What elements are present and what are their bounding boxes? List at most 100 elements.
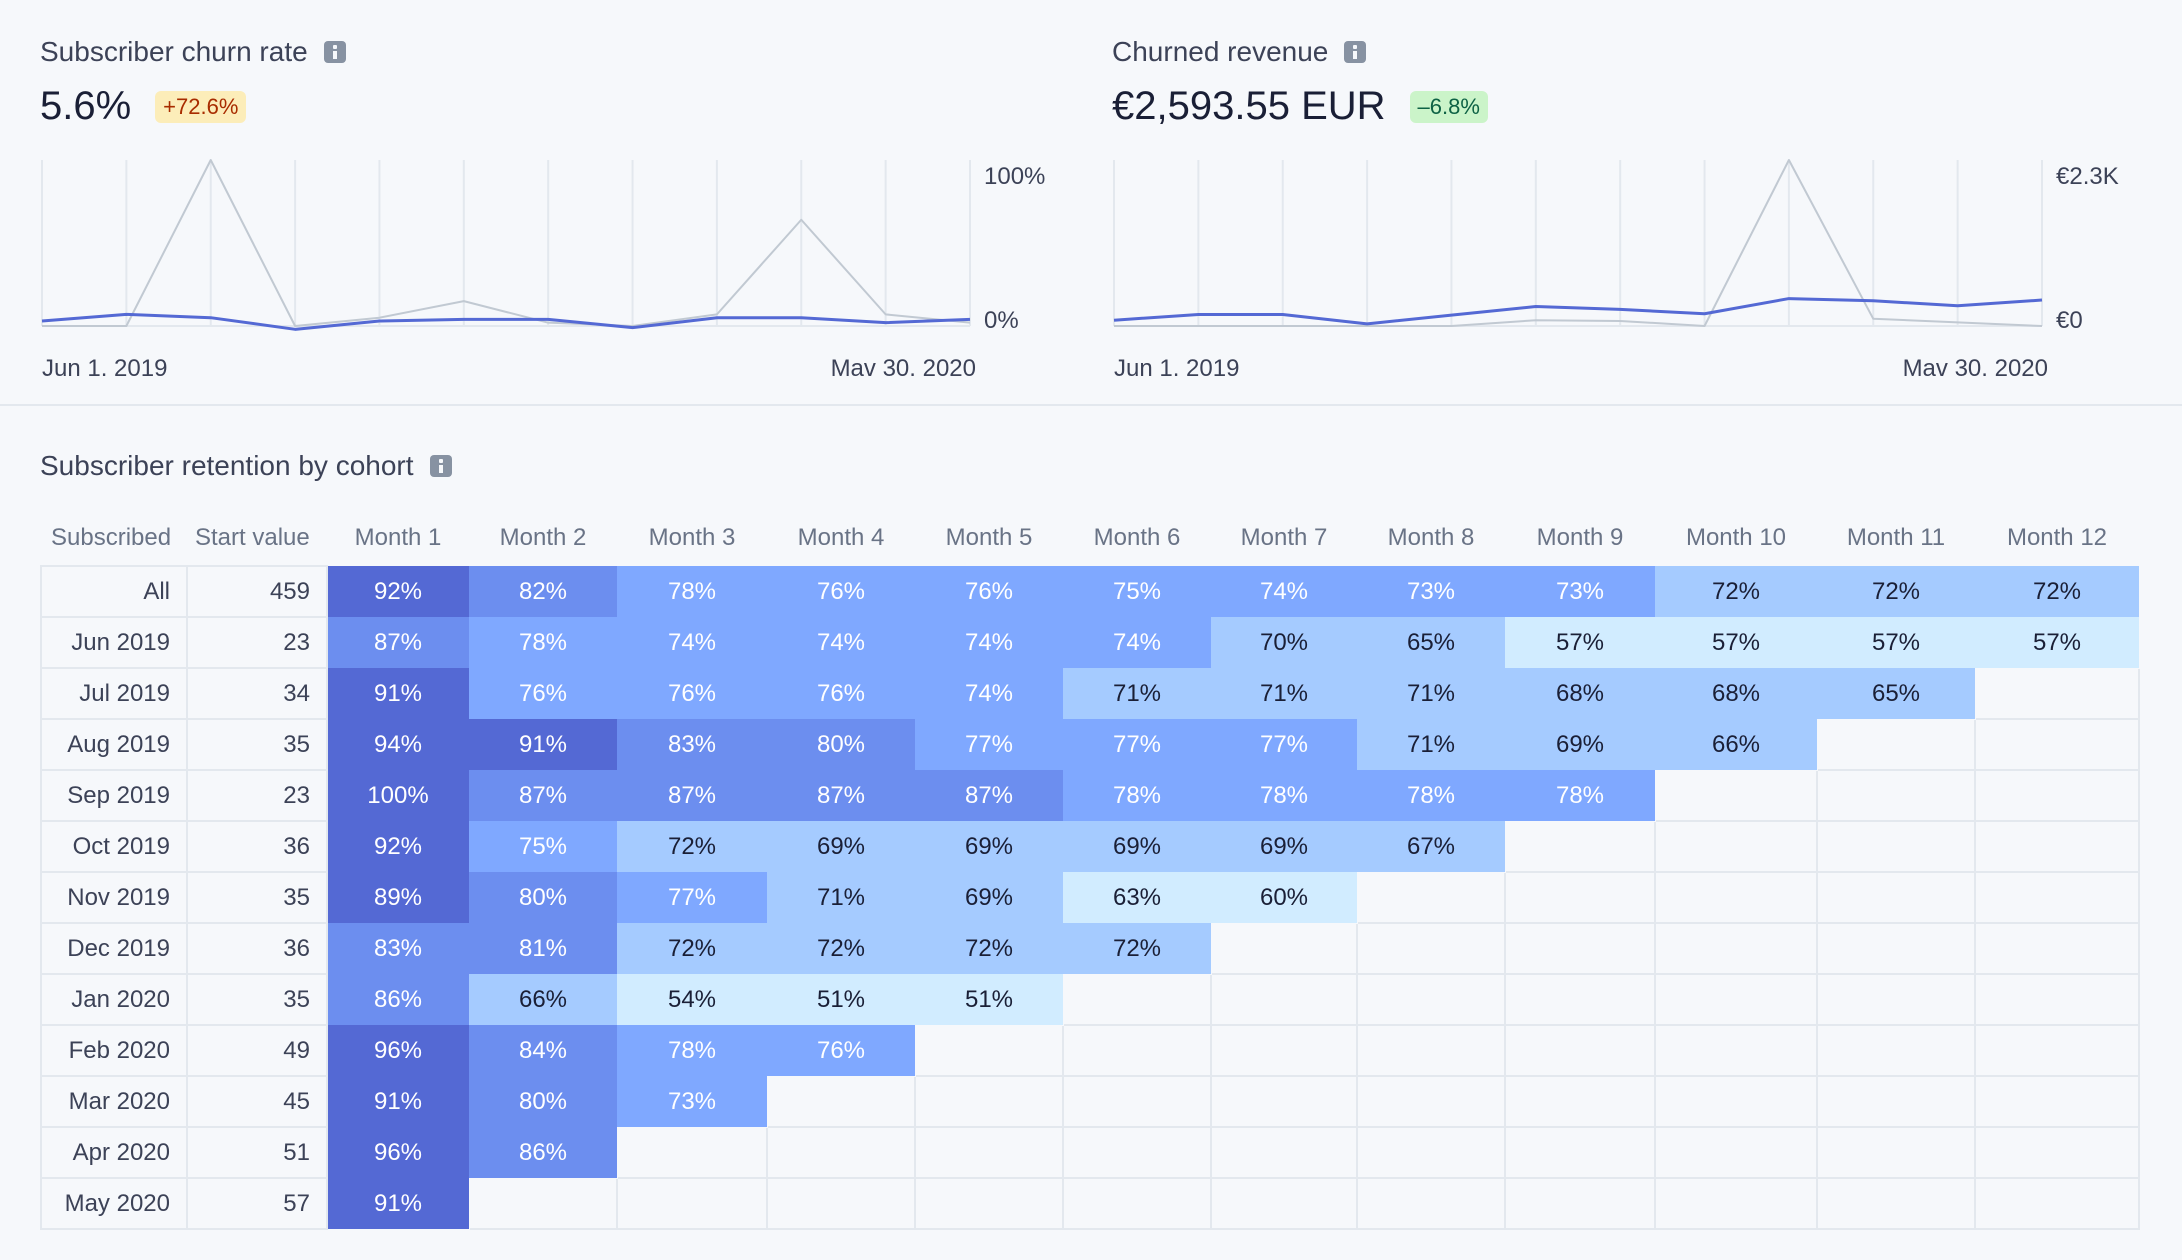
info-icon[interactable] [429,455,452,477]
retention-cell: 91% [469,719,617,770]
retention-cell: 69% [1505,719,1655,770]
retention-cell: 72% [617,821,767,872]
churn-y-min-label: 0% [984,307,1019,334]
churn-rate-title-text: Subscriber churn rate [40,36,308,67]
cohort-row: Feb 2020 49 96% 84% 78% 76% [40,1024,2140,1077]
empty-retention-cell [1974,769,2140,822]
retention-cell: 76% [915,566,1063,617]
empty-retention-cell [616,1126,768,1179]
column-header: Month 10 [1685,523,1787,551]
retention-cell: 76% [617,668,767,719]
churned-revenue-title: Churned revenue [1112,36,1367,68]
cohort-start-value: 45 [186,1075,328,1128]
empty-retention-cell [1062,1024,1212,1077]
retention-cell: 51% [767,974,915,1025]
retention-cell: 68% [1505,668,1655,719]
cohort-start-value: 36 [186,820,328,873]
column-header: Month 2 [499,523,587,551]
empty-retention-cell [766,1126,916,1179]
column-header: Month 5 [945,523,1033,551]
cohort-label: Nov 2019 [40,871,188,924]
retention-cell: 74% [617,617,767,668]
retention-cell: 92% [327,821,469,872]
retention-cell: 96% [327,1127,469,1178]
churn-rate-card: Subscriber churn rate 5.6% +72.6% 100% 0… [40,0,1080,406]
retention-cell: 69% [915,872,1063,923]
revenue-x-end-label: Mav 30. 2020 [1903,355,2048,382]
cohort-row: Jan 2020 35 86% 66% 54% 51% 51% [40,973,2140,1026]
empty-retention-cell [1210,973,1358,1026]
empty-retention-cell [1356,922,1506,975]
cohort-start-value: 57 [186,1177,328,1230]
retention-cell: 54% [617,974,767,1025]
retention-cell: 73% [617,1076,767,1127]
cohort-row: Apr 2020 51 96% 86% [40,1126,2140,1179]
info-icon[interactable] [323,41,346,63]
empty-retention-cell [1974,1177,2140,1230]
empty-retention-cell [1654,769,1818,822]
column-header: Month 7 [1240,523,1328,551]
empty-retention-cell [1062,1075,1212,1128]
retention-cell: 87% [327,617,469,668]
retention-cell: 72% [915,923,1063,974]
cohort-start-value: 51 [186,1126,328,1179]
empty-retention-cell [1504,1177,1656,1230]
churn-rate-value: 5.6% [40,84,132,128]
empty-retention-cell [1062,1177,1212,1230]
cohort-start-value: 459 [186,565,328,618]
retention-cell: 66% [1655,719,1817,770]
info-icon[interactable] [1344,41,1367,63]
empty-retention-cell [1504,871,1656,924]
column-header: Start value [195,523,310,551]
retention-cell: 72% [1975,566,2139,617]
retention-cell: 67% [1357,821,1505,872]
revenue-y-min-label: €0 [2056,307,2083,334]
retention-cell: 68% [1655,668,1817,719]
revenue-y-max-label: €2.3K [2056,163,2119,190]
empty-retention-cell [1654,871,1818,924]
retention-cell: 94% [327,719,469,770]
retention-cell: 87% [767,770,915,821]
retention-cell: 86% [327,974,469,1025]
cohort-start-value: 49 [186,1024,328,1077]
retention-cell: 74% [767,617,915,668]
cohort-row: Nov 2019 35 89% 80% 77% 71% 69% 63% 60% [40,871,2140,924]
metrics-header: Subscriber churn rate 5.6% +72.6% 100% 0… [0,0,2182,406]
retention-cell: 87% [469,770,617,821]
retention-cell: 74% [915,617,1063,668]
retention-cell: 57% [1975,617,2139,668]
empty-retention-cell [1210,1126,1358,1179]
retention-cell: 84% [469,1025,617,1076]
retention-cell: 80% [767,719,915,770]
cohort-row: Aug 2019 35 94% 91% 83% 80% 77% 77% 77% 71% 69% 66% [40,718,2140,771]
empty-retention-cell [1210,1024,1358,1077]
retention-cell: 87% [617,770,767,821]
empty-retention-cell [1974,1075,2140,1128]
empty-retention-cell [914,1126,1064,1179]
empty-retention-cell [1816,820,1976,873]
retention-cell: 72% [617,923,767,974]
empty-retention-cell [914,1024,1064,1077]
empty-retention-cell [1062,973,1212,1026]
cohort-label: Mar 2020 [40,1075,188,1128]
cohort-label: Jan 2020 [40,973,188,1026]
empty-retention-cell [1356,1177,1506,1230]
retention-title: Subscriber retention by cohort [40,450,452,482]
retention-cell: 78% [617,566,767,617]
cohort-label: Jun 2019 [40,616,188,669]
retention-cell: 78% [1357,770,1505,821]
churn-y-max-label: 100% [984,163,1045,190]
empty-retention-cell [1356,973,1506,1026]
column-header: Month 11 [1846,523,1946,551]
revenue-x-start-label: Jun 1. 2019 [1114,355,1239,382]
retention-cell: 86% [469,1127,617,1178]
empty-retention-cell [1356,1024,1506,1077]
empty-retention-cell [1974,922,2140,975]
retention-cell: 51% [915,974,1063,1025]
retention-cell: 57% [1505,617,1655,668]
retention-cell: 65% [1357,617,1505,668]
empty-retention-cell [1504,1126,1656,1179]
empty-retention-cell [1816,1075,1976,1128]
empty-retention-cell [1654,922,1818,975]
retention-cell: 73% [1357,566,1505,617]
